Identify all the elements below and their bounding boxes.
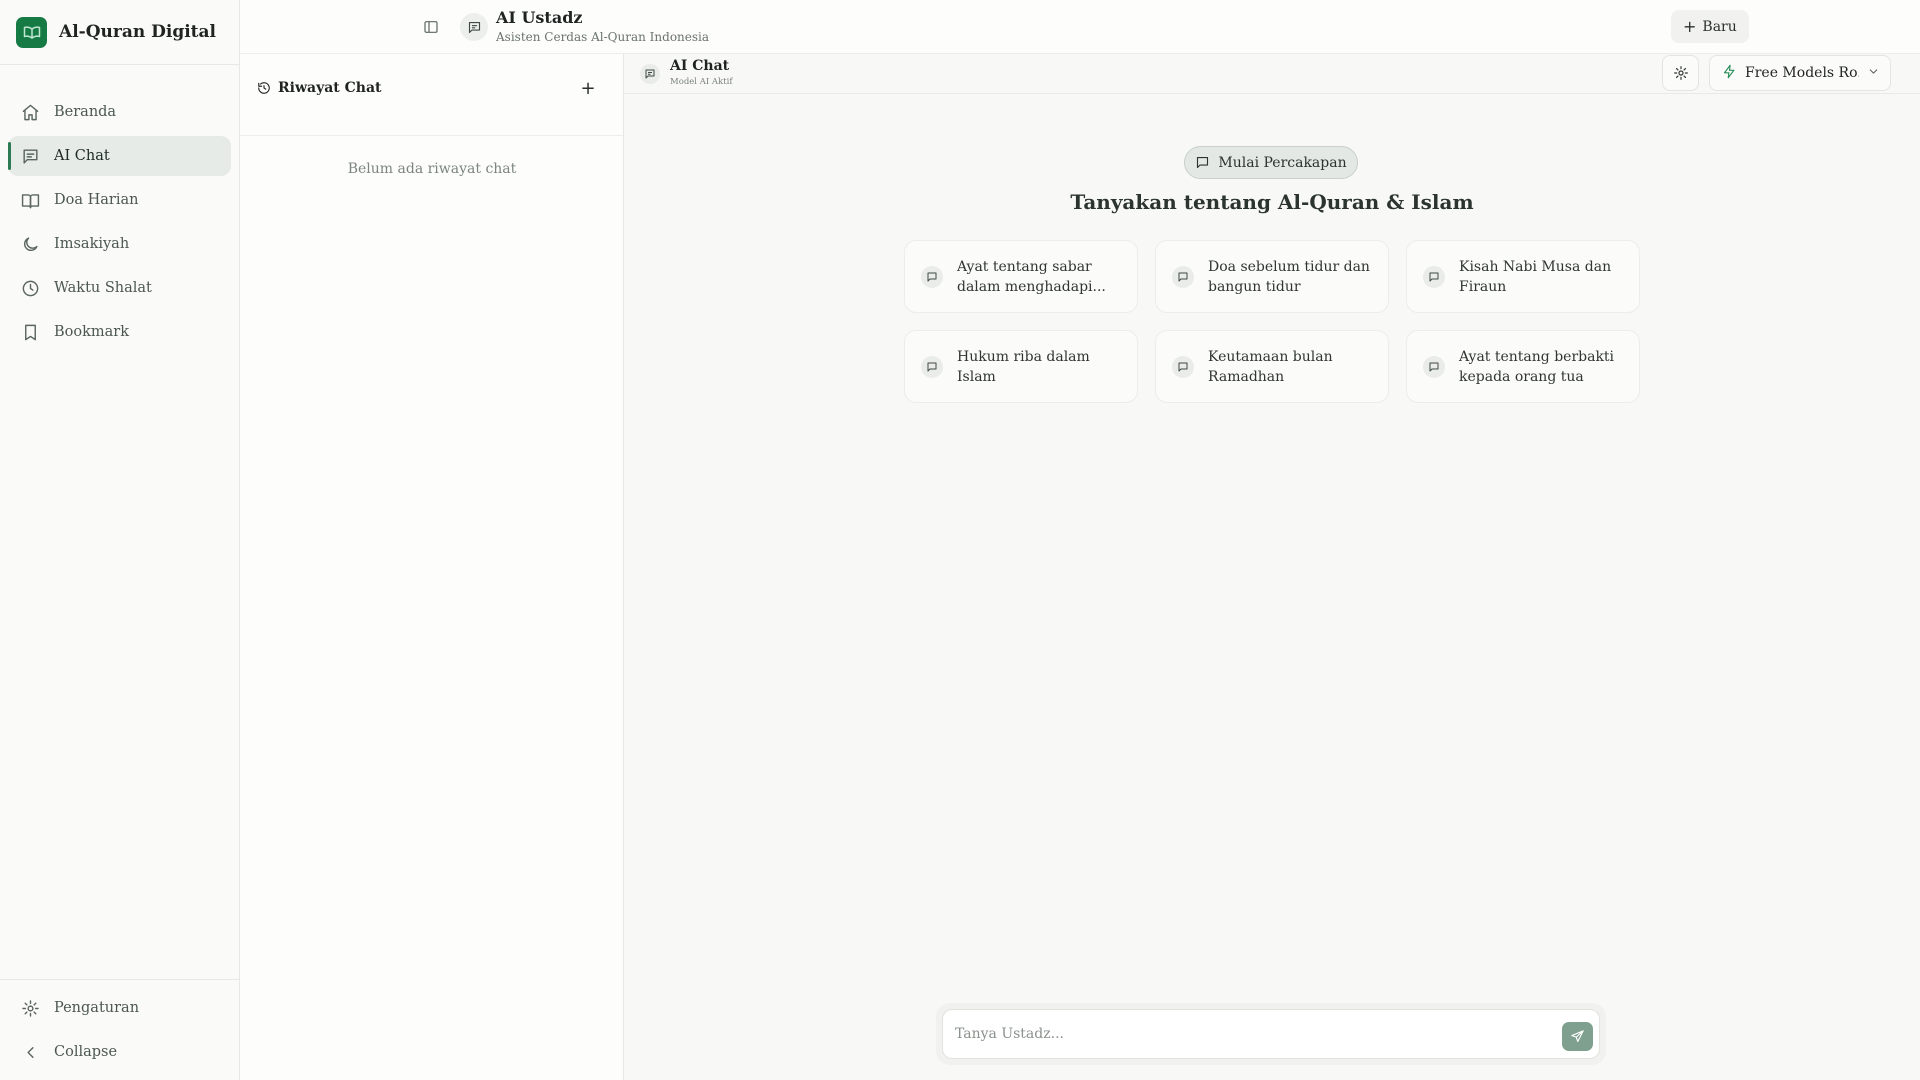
new-chat-button[interactable]: + Baru: [1671, 10, 1749, 43]
sidebar-item-waktu-shalat[interactable]: Waktu Shalat: [8, 268, 231, 308]
chat-bubble-icon: [1423, 355, 1445, 378]
sidebar-item-doa-harian[interactable]: Doa Harian: [8, 180, 231, 220]
moon-icon: [20, 234, 40, 254]
chat-subtitle: Model AI Aktif: [670, 77, 733, 87]
gear-icon: [20, 998, 40, 1018]
top-header: AI Ustadz Asisten Cerdas Al-Quran Indone…: [240, 0, 1920, 54]
suggestion-card[interactable]: Hukum riba dalam Islam: [904, 330, 1138, 403]
settings-label: Pengaturan: [54, 1000, 140, 1016]
chat-history-panel: Riwayat Chat + Belum ada riwayat chat: [240, 54, 624, 1080]
suggestion-card[interactable]: Kisah Nabi Musa dan Firaun: [1406, 240, 1640, 313]
history-empty-text: Belum ada riwayat chat: [347, 161, 517, 177]
plus-icon: +: [580, 77, 596, 99]
chat-bubble-icon: [640, 64, 660, 84]
gear-icon: [1673, 66, 1688, 80]
sidebar-item-settings[interactable]: Pengaturan: [8, 988, 231, 1028]
history-icon: [258, 82, 270, 94]
chat-bubble-icon: [921, 265, 943, 288]
chat-header: AI Chat Model AI Aktif Free Models Ro...: [624, 54, 1920, 94]
suggestion-grid: Ayat tentang sabar dalam menghadapi... D…: [904, 240, 1640, 403]
sidebar: Al-Quran Digital Beranda AI Chat Doa Har…: [0, 0, 240, 1080]
chat-bubble-icon: [921, 355, 943, 378]
suggestion-text: Ayat tentang sabar dalam menghadapi...: [957, 258, 1106, 295]
start-conversation-badge: Mulai Percakapan: [1184, 146, 1358, 179]
chat-bubble-icon: [1172, 355, 1194, 378]
page-subtitle: Asisten Cerdas Al-Quran Indonesia: [496, 30, 710, 44]
panel-toggle-button[interactable]: [420, 16, 442, 38]
sidebar-item-ai-chat[interactable]: AI Chat: [8, 136, 231, 176]
chat-icon: [20, 146, 40, 166]
clock-icon: [20, 278, 40, 298]
chat-title: AI Chat: [670, 58, 730, 74]
brand-name: Al-Quran Digital: [59, 22, 216, 42]
brand[interactable]: Al-Quran Digital: [0, 0, 239, 65]
sidebar-item-beranda[interactable]: Beranda: [8, 92, 231, 132]
sidebar-toggle-icon: [424, 21, 438, 33]
sidebar-nav: Beranda AI Chat Doa Harian Imsakiyah Wak…: [0, 65, 239, 352]
collapse-label: Collapse: [54, 1044, 118, 1060]
chevron-down-icon: [1867, 65, 1880, 82]
chat-input[interactable]: [942, 1009, 1600, 1059]
plus-icon: +: [1683, 16, 1697, 36]
chat-main: AI Chat Model AI Aktif Free Models Ro...…: [624, 54, 1920, 1080]
sidebar-item-label: Bookmark: [54, 324, 130, 340]
suggestion-card[interactable]: Ayat tentang berbakti kepada orang tua: [1406, 330, 1640, 403]
new-chat-label: Baru: [1702, 18, 1737, 35]
bookmark-icon: [20, 322, 40, 342]
sidebar-item-label: Imsakiyah: [54, 236, 130, 252]
history-title: Riwayat Chat: [257, 80, 381, 96]
suggestion-text: Keutamaan bulan Ramadhan: [1208, 348, 1333, 385]
sidebar-item-label: Beranda: [54, 104, 117, 120]
chat-bubble-icon: [1423, 265, 1445, 288]
sidebar-bottom: Pengaturan Collapse: [0, 979, 239, 1076]
history-title-label: Riwayat Chat: [278, 80, 382, 96]
page-title: AI Ustadz: [496, 8, 583, 27]
quran-logo-icon: [16, 16, 47, 48]
chat-input-container: [936, 1003, 1606, 1065]
sidebar-item-bookmark[interactable]: Bookmark: [8, 312, 231, 352]
suggestion-text: Hukum riba dalam Islam: [957, 348, 1090, 385]
sidebar-item-label: Waktu Shalat: [54, 280, 152, 296]
chat-icon: [1197, 156, 1209, 169]
suggestion-card[interactable]: Keutamaan bulan Ramadhan: [1155, 330, 1389, 403]
collapse-button[interactable]: Collapse: [8, 1032, 231, 1072]
start-conversation-label: Mulai Percakapan: [1218, 154, 1347, 171]
app-root: Al-Quran Digital Beranda AI Chat Doa Har…: [0, 0, 1920, 1080]
home-icon: [20, 102, 40, 122]
suggestion-text: Doa sebelum tidur dan bangun tidur: [1208, 258, 1370, 295]
main-heading: Tanyakan tentang Al-Quran & Islam: [1070, 190, 1474, 214]
suggestion-card[interactable]: Ayat tentang sabar dalam menghadapi...: [904, 240, 1138, 313]
suggestion-text: Ayat tentang berbakti kepada orang tua: [1459, 348, 1615, 385]
suggestion-text: Kisah Nabi Musa dan Firaun: [1459, 258, 1612, 295]
sidebar-item-label: Doa Harian: [54, 192, 139, 208]
suggestion-card[interactable]: Doa sebelum tidur dan bangun tidur: [1155, 240, 1389, 313]
chat-settings-button[interactable]: [1662, 55, 1699, 91]
sidebar-item-label: AI Chat: [54, 148, 110, 164]
chat-bubble-icon: [1172, 265, 1194, 288]
send-button[interactable]: [1562, 1022, 1593, 1051]
book-open-icon: [20, 190, 40, 210]
chevron-left-icon: [20, 1042, 40, 1062]
history-header: Riwayat Chat +: [240, 54, 623, 136]
send-icon: [1571, 1030, 1584, 1043]
model-select[interactable]: Free Models Ro...: [1709, 55, 1891, 91]
add-chat-button[interactable]: +: [578, 77, 598, 99]
sidebar-item-imsakiyah[interactable]: Imsakiyah: [8, 224, 231, 264]
chat-bubble-icon: [460, 13, 488, 41]
lightning-icon: [1722, 64, 1737, 83]
model-select-value: Free Models Ro...: [1745, 65, 1859, 81]
